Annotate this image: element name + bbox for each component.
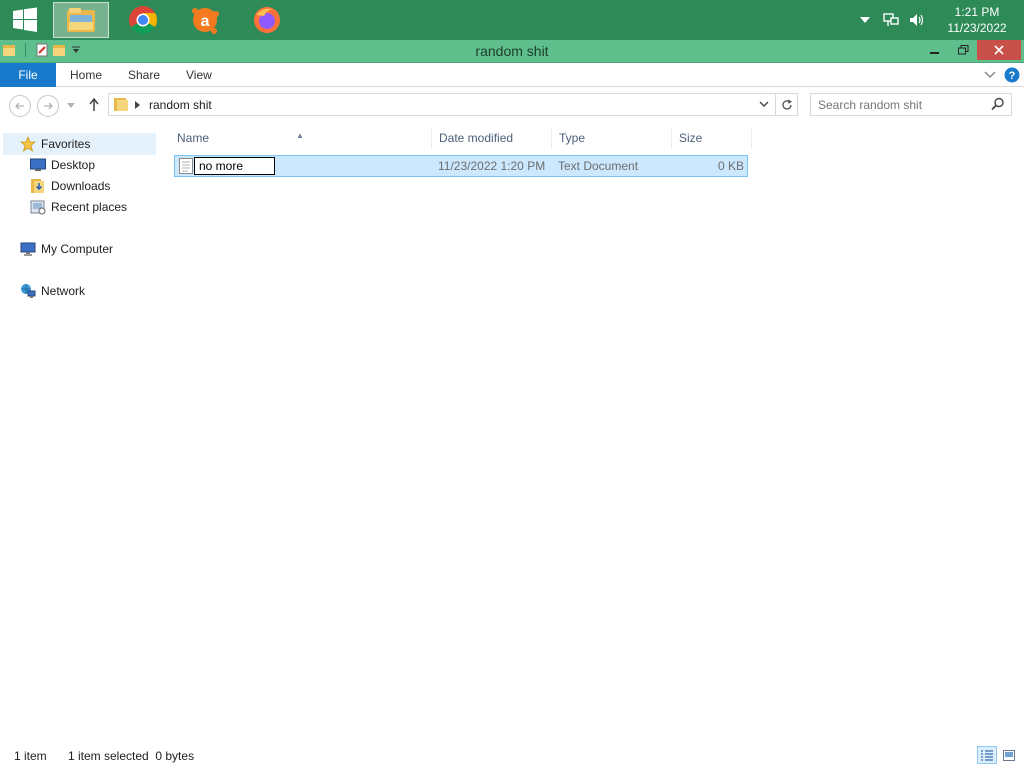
avast-icon: a <box>192 8 219 34</box>
column-type-label: Type <box>559 131 586 145</box>
nav-desktop[interactable]: Desktop <box>29 155 95 175</box>
column-size-label: Size <box>679 131 703 145</box>
network-icon[interactable] <box>882 11 900 29</box>
volume-icon[interactable] <box>908 11 926 29</box>
nav-desktop-label: Desktop <box>51 158 96 172</box>
system-tray: 1:21 PM 11/23/2022 <box>856 0 1024 40</box>
column-header-name[interactable]: Name ▲ <box>170 127 432 149</box>
nav-favorites-label: Favorites <box>41 137 91 151</box>
column-header-size[interactable]: Size <box>672 127 752 149</box>
details-view-button[interactable] <box>977 746 997 764</box>
taskbar-chrome[interactable] <box>115 2 171 38</box>
nav-recent-places-label: Recent places <box>51 200 128 214</box>
nav-favorites[interactable]: Favorites <box>3 133 156 155</box>
file-explorer-icon <box>67 8 95 32</box>
expand-ribbon-icon[interactable] <box>984 71 996 79</box>
computer-icon <box>19 241 37 257</box>
search-box[interactable] <box>810 93 1012 116</box>
address-bar[interactable]: random shit <box>108 93 776 116</box>
desktop-icon <box>29 157 47 173</box>
svg-text:?: ? <box>1009 70 1016 82</box>
rename-input[interactable] <box>194 157 275 175</box>
column-header-type[interactable]: Type <box>552 127 672 149</box>
details-view-icon <box>981 749 993 761</box>
restore-icon <box>957 45 968 55</box>
start-button[interactable] <box>0 2 50 38</box>
refresh-icon <box>781 99 792 110</box>
search-input[interactable] <box>818 97 988 113</box>
folder-icon <box>114 98 128 111</box>
ribbon-tabs: File Home Share View ? <box>0 63 1024 87</box>
restore-button[interactable] <box>950 40 976 60</box>
nav-recent-places[interactable]: Recent places <box>29 197 127 217</box>
file-size: 0 KB <box>717 159 744 173</box>
forward-button[interactable] <box>37 95 59 117</box>
nav-network-label: Network <box>41 284 86 298</box>
svg-text:a: a <box>201 13 210 30</box>
taskbar: a 1:21 PM 11/23/2022 <box>0 0 1024 40</box>
title-bar: random shit <box>0 40 1024 63</box>
taskbar-firefox[interactable] <box>239 2 295 38</box>
refresh-button[interactable] <box>776 93 798 116</box>
close-button[interactable] <box>977 40 1021 60</box>
address-dropdown-icon[interactable] <box>759 101 769 108</box>
column-date-label: Date modified <box>439 131 514 145</box>
back-arrow-icon <box>15 102 24 110</box>
clock-date: 11/23/2022 <box>947 21 1007 35</box>
recent-locations-icon[interactable] <box>67 103 75 109</box>
file-list: Name ▲ Date modified Type Size 11/23/202… <box>170 123 1024 735</box>
selection-info: 1 item selected 0 bytes <box>68 749 195 763</box>
star-icon <box>19 136 37 152</box>
ribbon-right-controls: ? <box>984 67 1020 83</box>
sort-ascending-icon: ▲ <box>296 131 304 140</box>
nav-my-computer[interactable]: My Computer <box>19 239 113 259</box>
column-header-date[interactable]: Date modified <box>432 127 552 149</box>
back-button[interactable] <box>9 95 31 117</box>
windows-logo-icon <box>13 7 37 32</box>
column-name-label: Name <box>177 131 210 145</box>
search-icon[interactable] <box>991 97 1005 111</box>
chrome-icon <box>129 6 157 34</box>
item-count: 1 item <box>14 749 47 763</box>
breadcrumb-current[interactable]: random shit <box>149 98 212 112</box>
large-icons-view-icon <box>1003 749 1015 761</box>
network-globe-icon <box>19 283 37 299</box>
recent-places-icon <box>29 199 47 215</box>
taskbar-avast[interactable]: a <box>177 2 233 38</box>
taskbar-clock[interactable]: 1:21 PM 11/23/2022 <box>934 4 1020 36</box>
minimize-icon <box>930 52 939 54</box>
clock-time: 1:21 PM <box>954 5 1000 19</box>
taskbar-file-explorer[interactable] <box>53 2 109 38</box>
tab-share[interactable]: Share <box>115 63 173 87</box>
nav-my-computer-label: My Computer <box>41 242 114 256</box>
window-title: random shit <box>475 43 549 59</box>
large-icons-view-button[interactable] <box>999 746 1019 764</box>
tab-view[interactable]: View <box>173 63 225 87</box>
show-hidden-icons-icon[interactable] <box>856 11 874 29</box>
tab-file[interactable]: File <box>0 63 56 87</box>
file-type: Text Document <box>558 159 639 173</box>
up-arrow-icon[interactable] <box>88 98 100 112</box>
file-row[interactable]: 11/23/2022 1:20 PM Text Document 0 KB <box>174 155 748 177</box>
minimize-button[interactable] <box>920 40 950 60</box>
text-document-icon <box>179 158 193 174</box>
close-icon <box>994 45 1004 55</box>
address-row: random shit <box>0 87 1024 123</box>
nav-network[interactable]: Network <box>19 281 85 301</box>
forward-arrow-icon <box>44 102 53 110</box>
tab-home[interactable]: Home <box>57 63 115 87</box>
navigation-pane: Favorites Desktop Downloads Recent place… <box>0 123 160 735</box>
help-icon[interactable]: ? <box>1004 67 1020 83</box>
nav-downloads[interactable]: Downloads <box>29 176 110 196</box>
nav-downloads-label: Downloads <box>51 179 111 193</box>
file-date: 11/23/2022 1:20 PM <box>438 159 546 173</box>
downloads-icon <box>29 178 47 194</box>
firefox-icon <box>254 7 280 33</box>
breadcrumb-chevron-icon[interactable] <box>135 101 140 109</box>
status-bar: 1 item 1 item selected 0 bytes <box>0 742 1024 768</box>
